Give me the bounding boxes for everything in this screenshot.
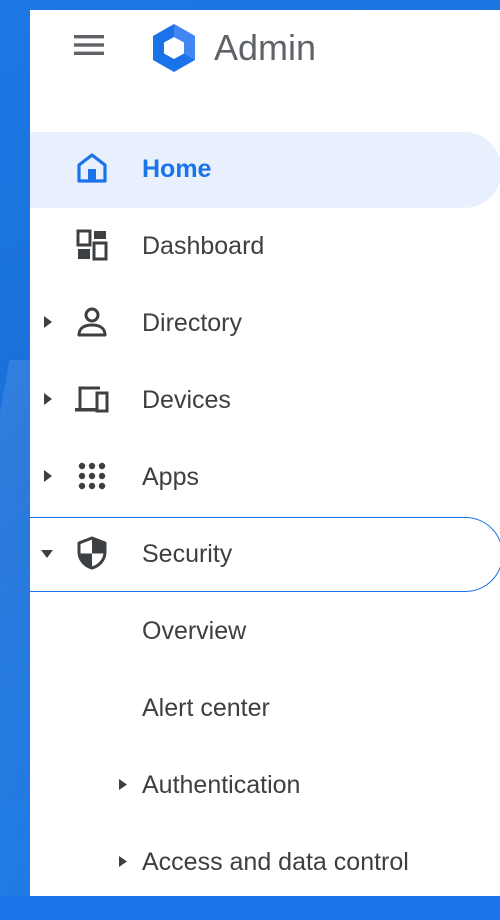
person-icon [77,307,107,337]
sidebar-item-dashboard[interactable]: Dashboard [30,207,500,284]
sidebar-subitem-alert-center[interactable]: Alert center [30,669,500,746]
hamburger-menu-icon[interactable] [72,30,106,60]
app-title[interactable]: Admin [214,18,316,78]
caret-right-icon[interactable] [118,855,128,868]
caret-right-icon[interactable] [42,315,54,329]
sidebar-item-label: Directory [142,309,243,337]
sidebar-item-devices[interactable]: Devices [30,361,500,438]
sidebar-item-security[interactable]: Security [30,515,500,592]
nav-menu: Home Dashboard Directory Devices Apps Se… [30,130,500,900]
caret-right-icon[interactable] [118,778,128,791]
shield-icon [77,536,107,570]
apps-grid-icon [78,462,106,490]
devices-icon [75,386,109,413]
sidebar-item-directory[interactable]: Directory [30,284,500,361]
sidebar-item-label: Security [142,540,233,568]
home-icon [77,153,107,183]
sidebar-item-label: Apps [142,463,199,491]
sidebar-item-label: Dashboard [142,232,265,260]
sidebar-subitem-overview[interactable]: Overview [30,592,500,669]
admin-logo-icon[interactable] [146,20,202,76]
sidebar-item-label: Devices [142,386,231,414]
caret-right-icon[interactable] [42,392,54,406]
sidebar-item-apps[interactable]: Apps [30,438,500,515]
caret-down-icon[interactable] [40,548,54,560]
caret-right-icon[interactable] [42,469,54,483]
top-bar: Admin [30,10,500,74]
dashboard-icon [76,229,108,261]
sidebar-item-label: Home [142,155,212,183]
sidebar-subitem-label: Access and data control [142,848,409,876]
sidebar-item-home[interactable]: Home [30,130,500,208]
sidebar-subitem-access-and-data-control[interactable]: Access and data control [30,823,500,900]
sidebar-subitem-authentication[interactable]: Authentication [30,746,500,823]
sidebar-subitem-label: Alert center [142,694,270,722]
admin-sidebar: Admin Home Dashboard Directory Devices A… [30,10,500,896]
sidebar-subitem-label: Overview [142,617,247,645]
sidebar-subitem-label: Authentication [142,771,301,799]
